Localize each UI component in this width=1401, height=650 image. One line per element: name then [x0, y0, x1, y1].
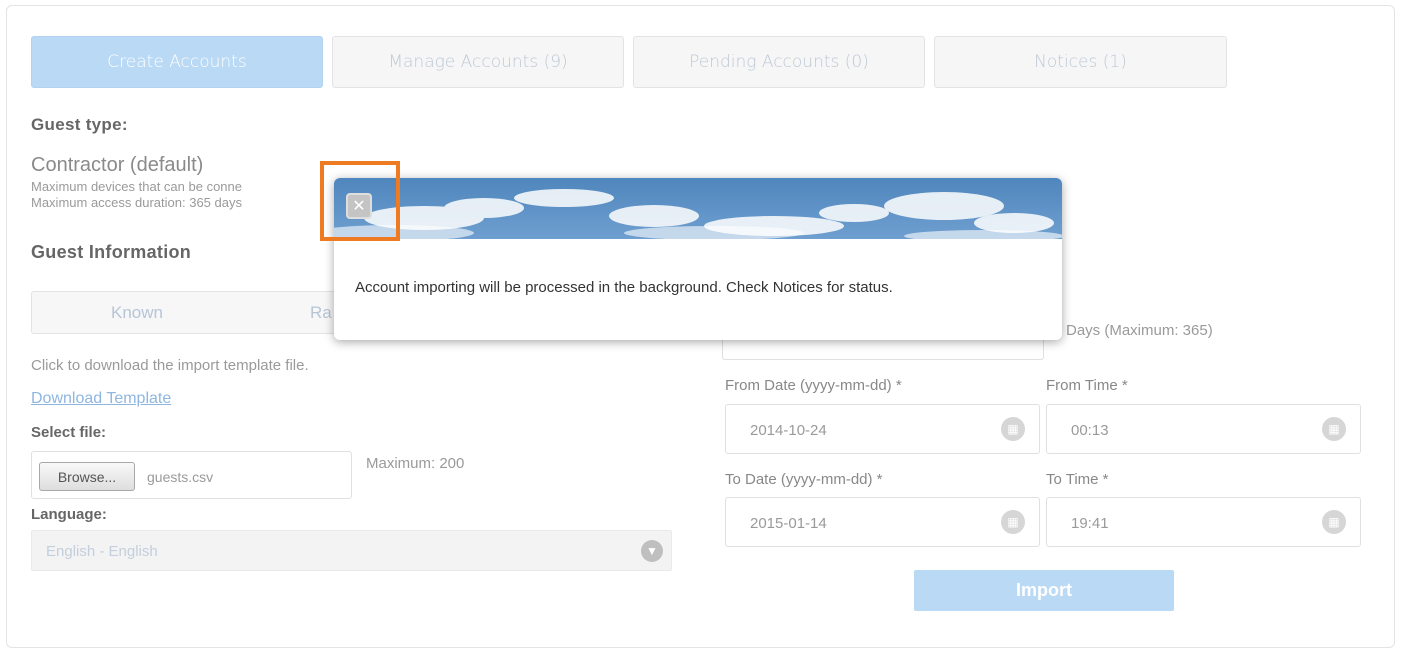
from-time-label: From Time * — [1046, 377, 1128, 394]
guest-type-max-devices: Maximum devices that can be conne — [31, 179, 242, 194]
guest-type-max-duration: Maximum access duration: 365 days — [31, 195, 242, 210]
download-template-link[interactable]: Download Template — [31, 390, 171, 408]
tab-pending-accounts[interactable]: Pending Accounts (0) — [633, 36, 925, 88]
close-icon[interactable]: ✕ — [346, 193, 372, 219]
dialog-header-sky-image — [334, 178, 1062, 239]
to-date-label: To Date (yyyy-mm-dd) * — [725, 471, 883, 488]
max-rows-label: Maximum: 200 — [366, 455, 465, 472]
chevron-down-icon: ▼ — [641, 540, 663, 562]
language-value: English - English — [46, 543, 158, 560]
tab-manage-accounts[interactable]: Manage Accounts (9) — [332, 36, 624, 88]
from-time-value: 00:13 — [1071, 422, 1109, 439]
guest-information-title: Guest Information — [31, 242, 192, 262]
to-time-value: 19:41 — [1071, 515, 1109, 532]
select-file-label: Select file: — [31, 424, 107, 441]
tab-notices[interactable]: Notices (1) — [934, 36, 1227, 88]
calendar-icon[interactable]: ▦ — [1001, 510, 1025, 534]
dialog-message: Account importing will be processed in t… — [355, 279, 893, 296]
download-hint: Click to download the import template fi… — [31, 357, 309, 374]
guest-type-name: Contractor (default) — [31, 154, 204, 176]
guest-type-title: Guest type: — [31, 115, 128, 134]
browse-button[interactable]: Browse... — [39, 462, 135, 491]
days-hint: Days (Maximum: 365) — [1066, 322, 1213, 339]
to-time-label: To Time * — [1046, 471, 1109, 488]
file-name: guests.csv — [147, 469, 214, 485]
file-input[interactable]: Browse... guests.csv — [31, 451, 352, 499]
mode-known-button[interactable]: Known — [31, 291, 243, 334]
language-select[interactable]: English - English ▼ — [31, 530, 672, 571]
clock-icon[interactable]: ▦ — [1322, 417, 1346, 441]
from-time-input[interactable]: 00:13 ▦ — [1046, 404, 1361, 454]
to-date-value: 2015-01-14 — [750, 515, 827, 532]
clock-icon[interactable]: ▦ — [1322, 510, 1346, 534]
import-button[interactable]: Import — [914, 570, 1174, 611]
from-date-input[interactable]: 2014-10-24 ▦ — [725, 404, 1040, 454]
notice-dialog: Account importing will be processed in t… — [334, 178, 1062, 340]
calendar-icon[interactable]: ▦ — [1001, 417, 1025, 441]
from-date-label: From Date (yyyy-mm-dd) * — [725, 377, 902, 394]
from-date-value: 2014-10-24 — [750, 422, 827, 439]
to-time-input[interactable]: 19:41 ▦ — [1046, 497, 1361, 547]
language-label: Language: — [31, 506, 107, 523]
tab-create-accounts[interactable]: Create Accounts — [31, 36, 323, 88]
to-date-input[interactable]: 2015-01-14 ▦ — [725, 497, 1040, 547]
